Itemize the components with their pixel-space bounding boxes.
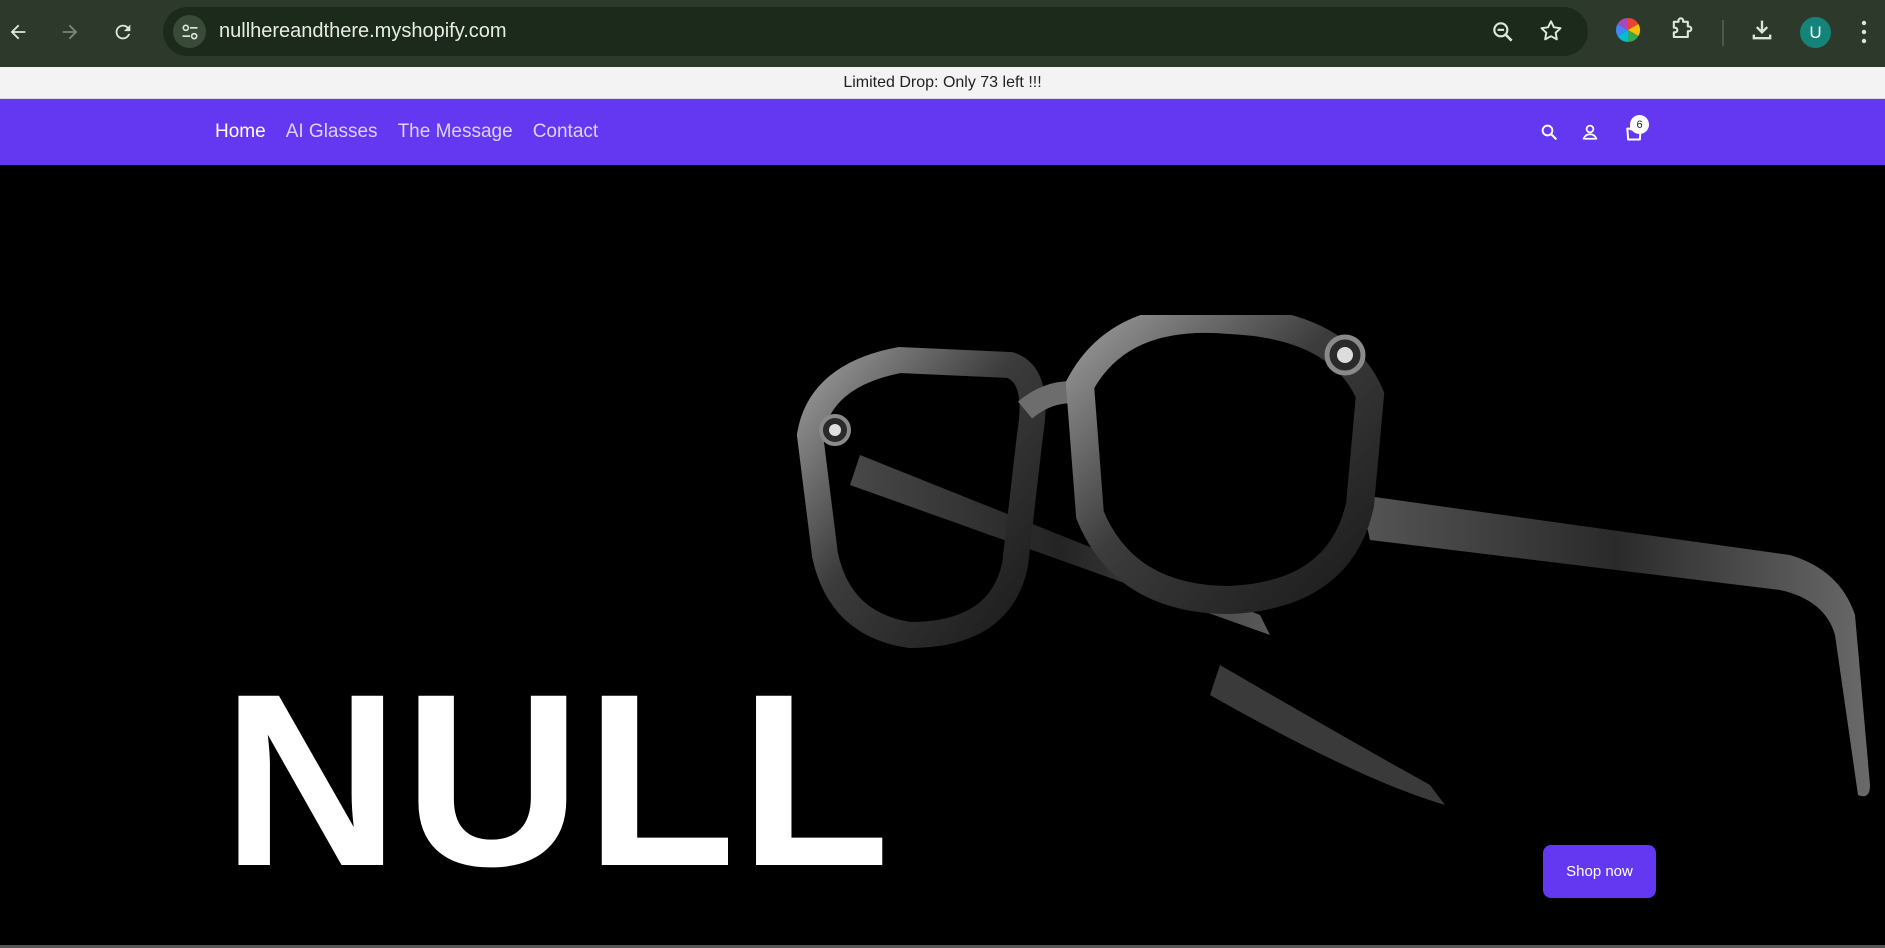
color-extension-icon[interactable] [1614,16,1642,49]
site-settings-icon[interactable] [173,15,206,48]
address-bar[interactable]: nullhereandthere.myshopify.com [163,7,1588,56]
announcement-text: Limited Drop: Only 73 left !!! [843,74,1042,91]
toolbar-separator [1722,20,1724,46]
forward-icon[interactable] [52,14,88,50]
shop-now-button[interactable]: Shop now [1543,845,1656,898]
bookmark-star-icon[interactable] [1538,18,1564,49]
download-icon[interactable] [1748,16,1776,49]
browser-toolbar: nullhereandthere.myshopify.com U [0,0,1885,67]
announcement-bar: Limited Drop: Only 73 left !!! [0,67,1885,99]
menu-dots-icon[interactable] [1858,18,1870,51]
hero-wordmark: NULL [222,643,894,918]
zoom-icon[interactable] [1490,19,1516,50]
nav-item-ai-glasses[interactable]: AI Glasses [286,121,378,143]
search-icon[interactable] [1536,119,1562,145]
extensions-puzzle-icon[interactable] [1668,16,1696,49]
account-icon[interactable] [1577,119,1603,145]
store-header: Home AI Glasses The Message Contact [0,99,1885,165]
hero-banner: NULL Shop now [0,165,1885,948]
reload-icon[interactable] [105,14,141,50]
back-icon[interactable] [0,14,36,50]
nav-item-contact[interactable]: Contact [533,121,598,143]
profile-avatar[interactable]: U [1800,17,1831,48]
nav-item-the-message[interactable]: The Message [398,121,513,143]
nav-item-home[interactable]: Home [215,121,266,143]
main-nav: Home AI Glasses The Message Contact [215,99,598,165]
cart-count-badge: 6 [1630,115,1649,134]
smart-glasses-image [796,315,1870,805]
url-text[interactable]: nullhereandthere.myshopify.com [219,20,507,43]
